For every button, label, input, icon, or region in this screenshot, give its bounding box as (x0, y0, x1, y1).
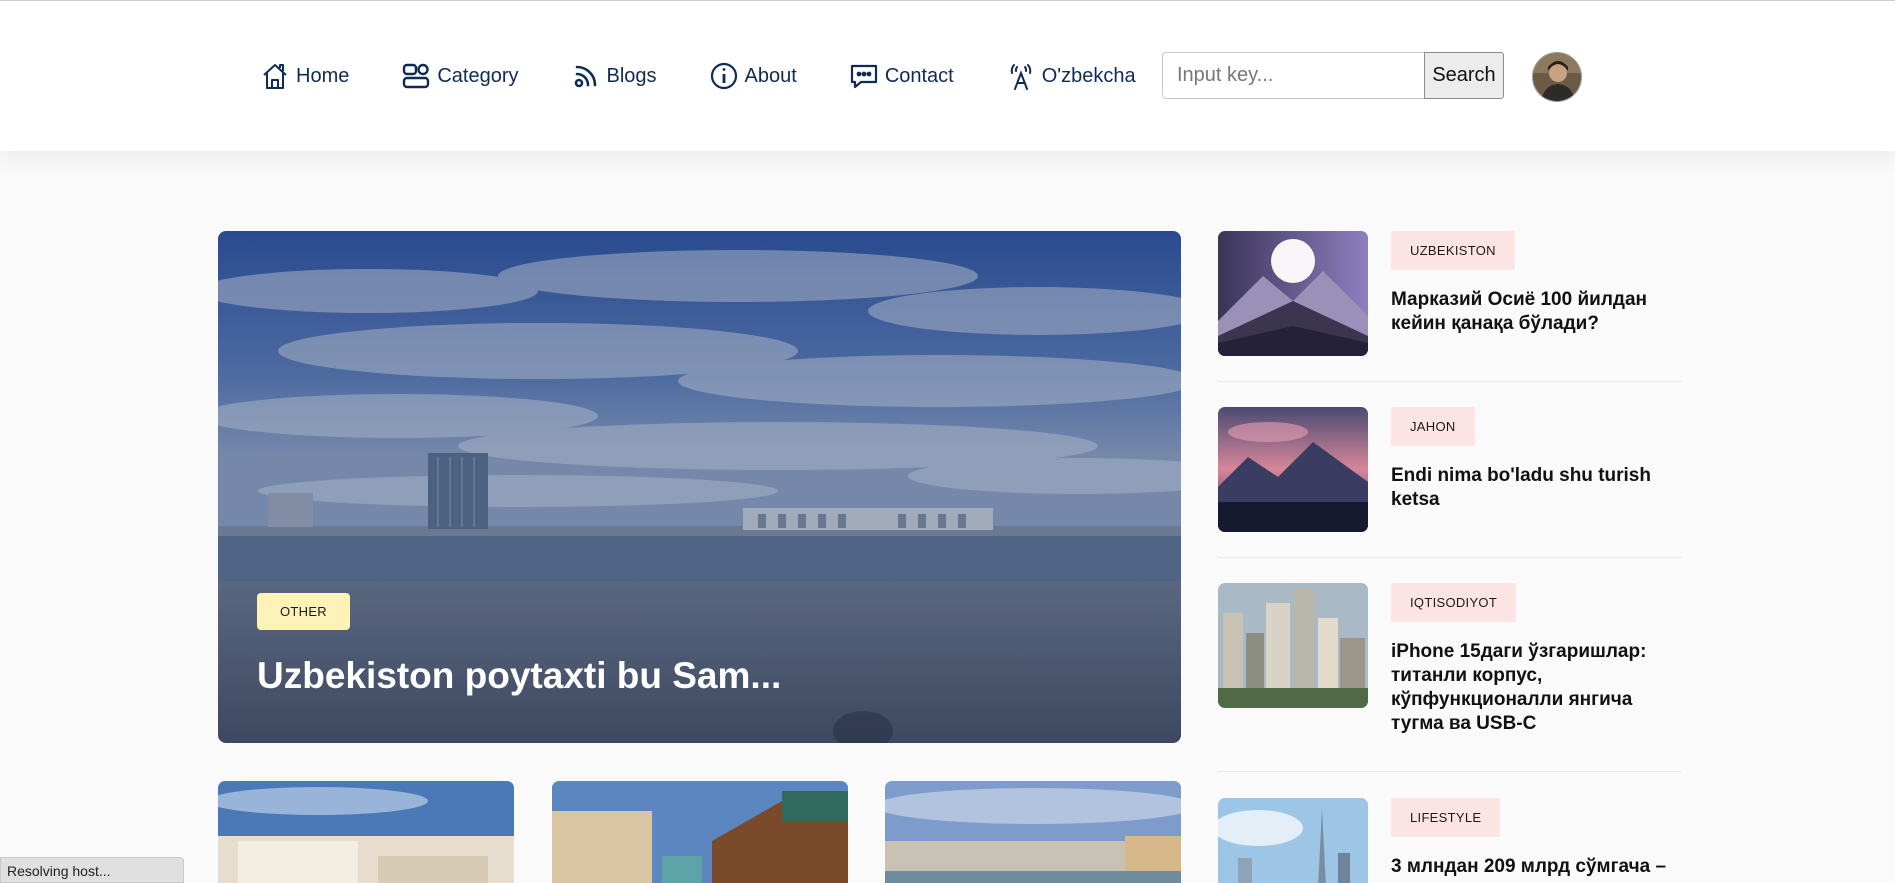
home-icon (263, 64, 287, 89)
nav-label: Home (296, 64, 350, 87)
category-icon (403, 63, 430, 89)
nav-label: Category (437, 64, 519, 87)
side-post-thumbnail[interactable] (1218, 798, 1368, 883)
post-card-image (552, 781, 848, 883)
nav-item-contact[interactable]: Contact (849, 61, 954, 91)
nav-item-category[interactable]: Category (401, 61, 519, 91)
nav-label: Contact (884, 64, 954, 87)
nav-label: Blogs (606, 64, 657, 87)
nav-item-about[interactable]: About (709, 61, 797, 91)
divider (1218, 771, 1681, 772)
side-post-thumbnail[interactable] (1218, 231, 1368, 356)
mountain-moon-image (1218, 231, 1368, 356)
dubai-skyline-image (1218, 798, 1368, 883)
side-post-title[interactable]: Марказий Осиё 100 йилдан кейин қанақа бў… (1391, 288, 1671, 336)
search-button[interactable]: Search (1424, 52, 1504, 99)
nav-item-blogs[interactable]: Blogs (571, 61, 657, 91)
main-nav: Home Category Blogs About Contact O'zbek… (260, 58, 1136, 94)
divider (1218, 557, 1681, 558)
city-skyline-image (1218, 583, 1368, 708)
side-post-title[interactable]: iPhone 15даги ўзгаришлар: титанли корпус… (1391, 640, 1671, 736)
post-card[interactable] (552, 781, 848, 883)
side-post-category[interactable]: IQTISODIYOT (1391, 583, 1517, 622)
post-card[interactable] (218, 781, 514, 883)
side-post-thumbnail[interactable] (1218, 583, 1368, 708)
nav-label: O'zbekcha (1041, 64, 1136, 87)
chat-icon (850, 64, 877, 89)
avatar[interactable] (1532, 52, 1582, 102)
search-form: Search (1162, 52, 1504, 99)
hero-category-badge[interactable]: OTHER (257, 593, 350, 630)
side-post-category[interactable]: LIFESTYLE (1391, 798, 1501, 837)
site-header: Home Category Blogs About Contact O'zbek… (0, 1, 1895, 151)
dusk-mountains-image (1218, 407, 1368, 532)
post-card[interactable] (885, 781, 1181, 883)
side-post-title[interactable]: 3 млндан 209 млрд сўмгача – (1391, 855, 1671, 879)
avatar-image (1533, 53, 1581, 101)
post-card-image (218, 781, 514, 883)
divider (1218, 381, 1681, 382)
side-post-title[interactable]: Endi nima bo'ladu shu turish ketsa (1391, 464, 1671, 512)
hero-title[interactable]: Uzbekiston poytaxti bu Sam... (257, 655, 781, 697)
featured-post[interactable]: OTHER Uzbekiston poytaxti bu Sam... (218, 231, 1181, 743)
side-post-category[interactable]: UZBEKISTON (1391, 231, 1515, 270)
search-input[interactable] (1162, 52, 1424, 99)
nav-item-home[interactable]: Home (260, 61, 349, 91)
nav-label: About (744, 64, 797, 87)
side-post-category[interactable]: JAHON (1391, 407, 1475, 446)
blogs-icon (574, 65, 596, 88)
post-card-image (885, 781, 1181, 883)
browser-status-bar: Resolving host... (0, 857, 184, 883)
language-icon (1010, 64, 1031, 90)
info-icon (710, 62, 737, 90)
side-post-thumbnail[interactable] (1218, 407, 1368, 532)
nav-item-language[interactable]: O'zbekcha (1006, 61, 1136, 91)
